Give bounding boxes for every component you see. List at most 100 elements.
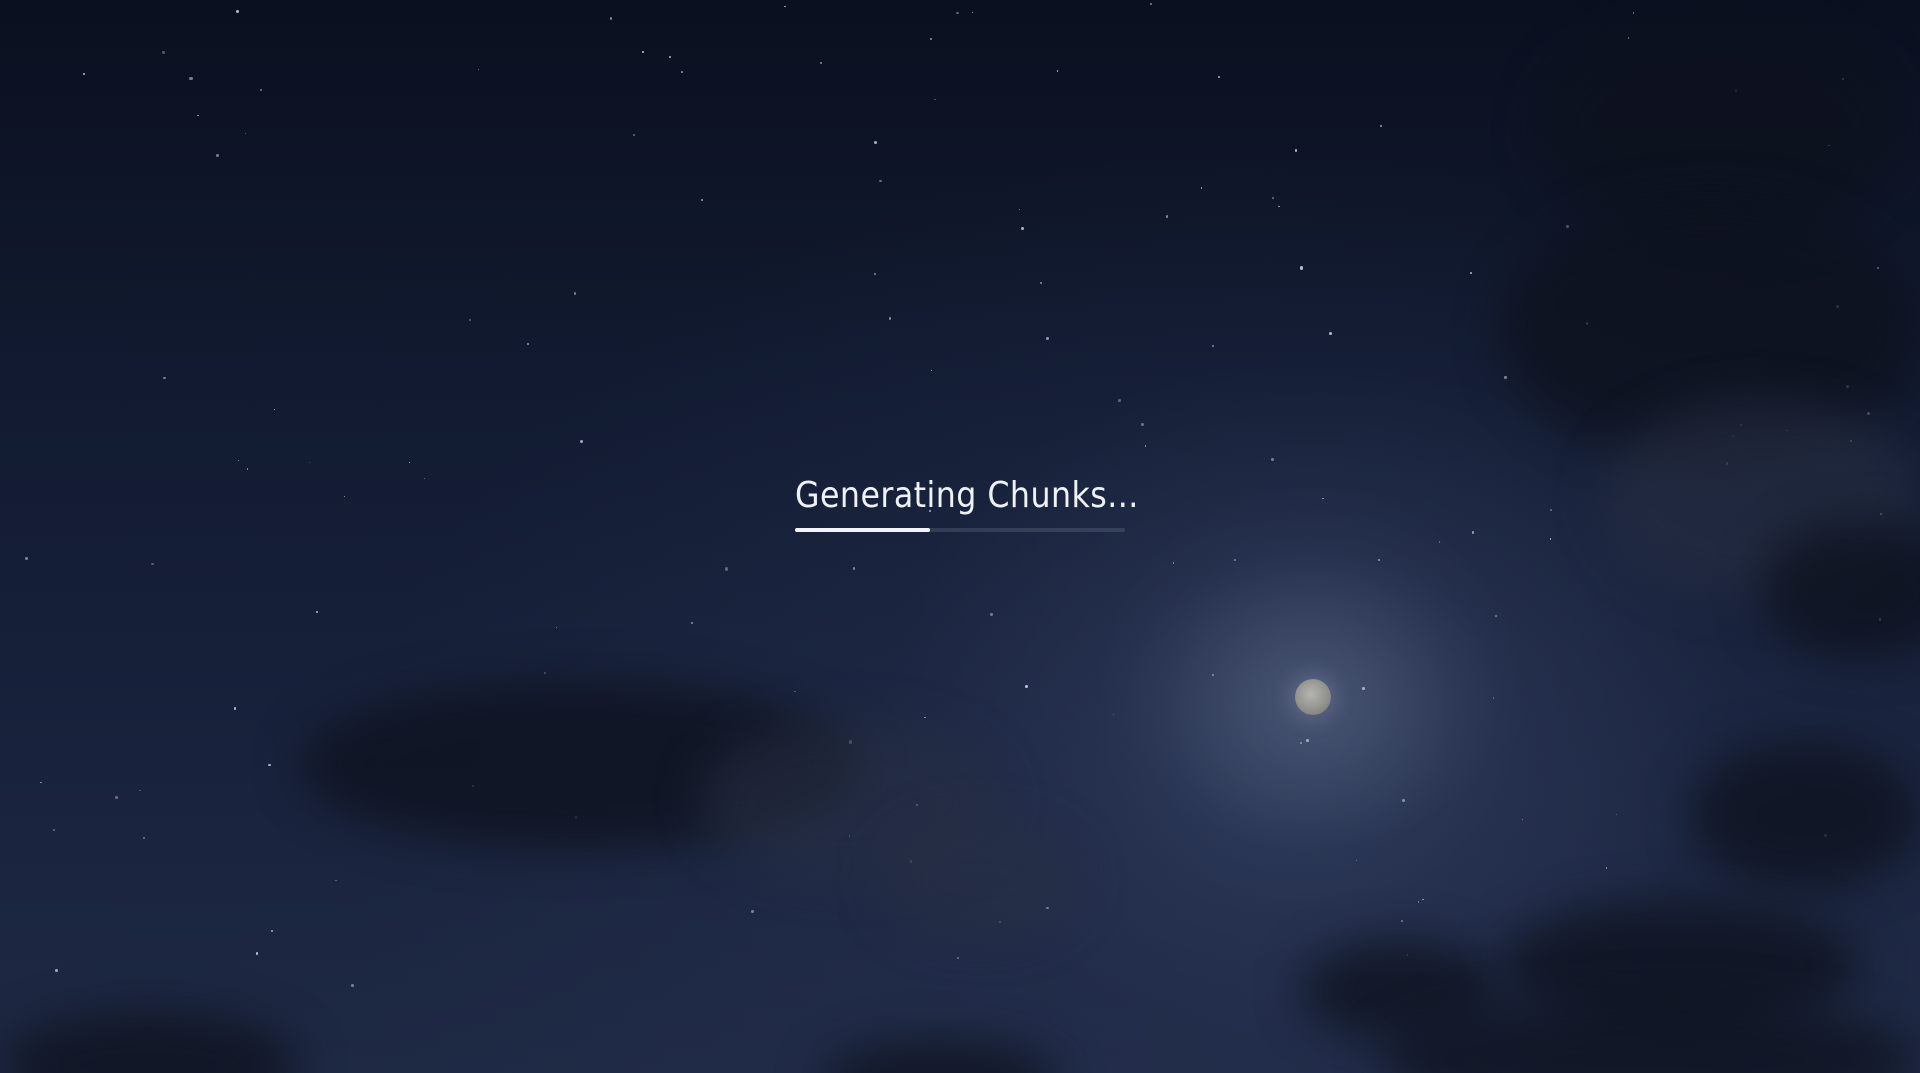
star	[1632, 11, 1635, 14]
star	[151, 562, 155, 566]
loading-screen: Generating Chunks...	[0, 0, 1920, 1073]
star	[924, 716, 926, 719]
star	[642, 51, 644, 54]
star	[1212, 345, 1214, 347]
star	[580, 440, 584, 444]
star	[573, 292, 577, 295]
star	[215, 154, 219, 157]
star	[633, 134, 635, 136]
star	[1299, 266, 1303, 270]
star	[82, 72, 86, 76]
star	[114, 795, 118, 799]
star	[1144, 445, 1147, 447]
star	[1150, 2, 1153, 5]
star	[1504, 376, 1507, 379]
progress-bar	[795, 528, 1125, 532]
star	[273, 408, 275, 411]
star	[1294, 149, 1298, 153]
star	[423, 478, 425, 480]
star	[189, 77, 193, 81]
star	[143, 836, 146, 839]
star	[543, 672, 546, 675]
star	[1615, 813, 1617, 815]
star	[316, 611, 319, 614]
star	[1272, 196, 1275, 199]
star	[701, 198, 704, 201]
star	[25, 557, 28, 560]
star	[878, 179, 882, 183]
star	[929, 38, 932, 41]
progress-bar-fill	[795, 528, 931, 532]
star	[852, 567, 855, 570]
star	[527, 343, 529, 345]
star	[1271, 457, 1275, 461]
star	[1018, 208, 1020, 211]
moon-icon	[1295, 679, 1331, 715]
star	[335, 879, 337, 882]
star	[934, 98, 936, 101]
star	[351, 984, 354, 988]
star	[54, 968, 58, 972]
star	[1549, 538, 1552, 540]
star	[609, 16, 613, 20]
star	[1549, 509, 1552, 512]
star	[668, 56, 671, 59]
star	[1605, 867, 1607, 869]
star	[957, 957, 959, 959]
star	[268, 763, 271, 767]
star	[1470, 272, 1473, 275]
star	[725, 567, 729, 571]
star	[971, 11, 973, 13]
star	[784, 6, 786, 8]
star	[1025, 685, 1028, 688]
star	[1218, 75, 1221, 78]
star	[233, 707, 237, 710]
star	[1422, 898, 1424, 901]
star	[308, 462, 310, 464]
star	[237, 460, 239, 462]
star	[1566, 225, 1569, 228]
star	[1521, 818, 1524, 821]
star	[930, 370, 932, 372]
star	[874, 141, 878, 145]
star	[255, 952, 259, 955]
star	[1278, 205, 1280, 208]
star	[1140, 423, 1144, 427]
star	[873, 273, 876, 276]
star	[691, 622, 694, 625]
star	[990, 613, 993, 616]
star	[1021, 227, 1025, 231]
star	[1471, 531, 1475, 534]
star	[408, 461, 411, 464]
cloud	[1690, 740, 1920, 890]
star	[139, 789, 141, 792]
star	[236, 10, 239, 13]
star	[39, 781, 42, 784]
star	[259, 89, 262, 92]
loading-indicator: Generating Chunks...	[795, 470, 1139, 532]
star	[750, 909, 754, 913]
star	[469, 318, 471, 321]
star	[244, 132, 247, 135]
star	[680, 70, 683, 73]
star	[478, 68, 480, 70]
star	[52, 828, 56, 832]
star	[820, 62, 823, 65]
star	[1201, 187, 1203, 189]
star	[1039, 282, 1042, 285]
star	[162, 51, 165, 54]
star	[1401, 920, 1404, 923]
star	[956, 11, 959, 15]
star	[246, 468, 249, 471]
star	[197, 114, 199, 117]
loading-status-text: Generating Chunks...	[795, 475, 1139, 516]
star	[889, 317, 892, 320]
star	[1329, 332, 1332, 336]
star	[343, 495, 346, 497]
star	[1417, 901, 1420, 903]
cloud	[880, 820, 1080, 940]
star	[794, 690, 796, 692]
star	[270, 930, 273, 933]
star	[1118, 399, 1121, 402]
star	[1165, 215, 1169, 218]
